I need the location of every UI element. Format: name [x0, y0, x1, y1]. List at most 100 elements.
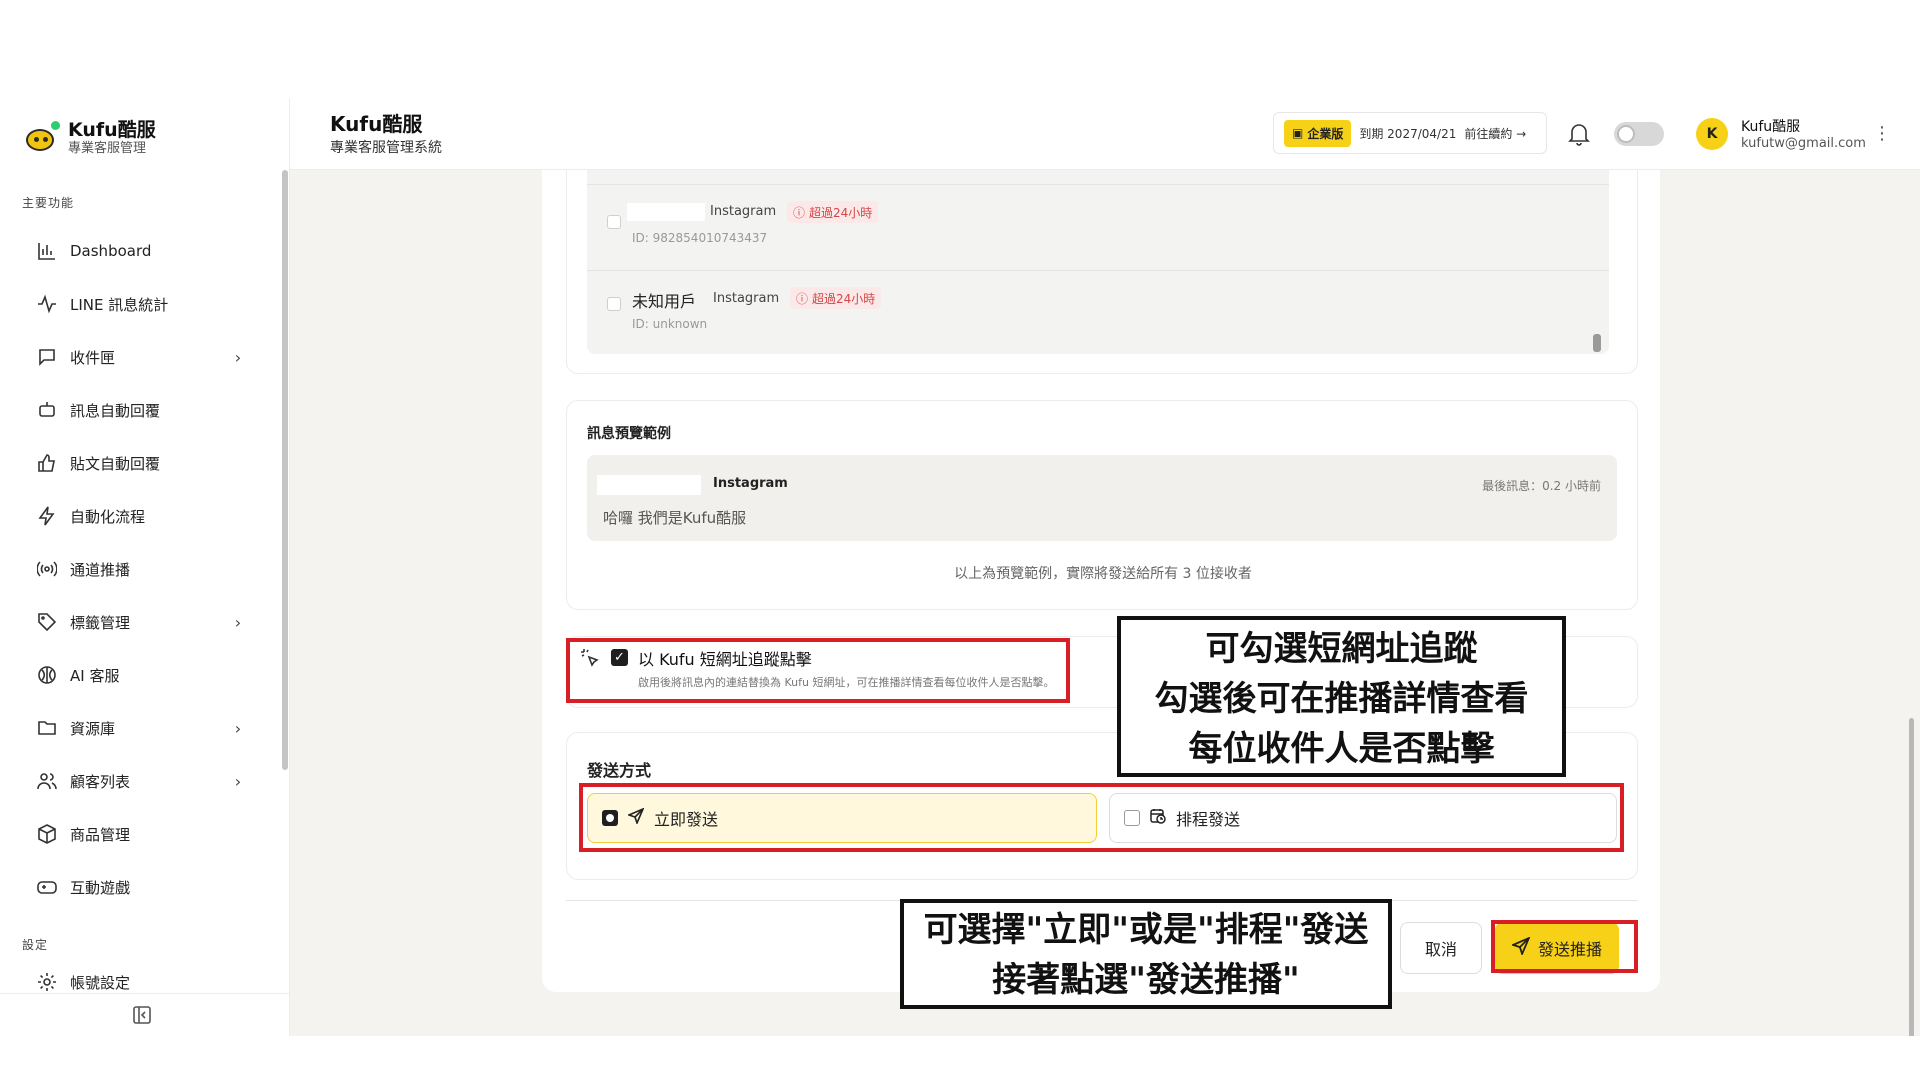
cancel-button[interactable]: 取消 — [1400, 922, 1482, 974]
redacted-name — [597, 475, 701, 495]
plan-expiry: 到期 2027/04/21 — [1359, 126, 1457, 141]
callout-line: 接著點選"發送推播" — [992, 960, 1300, 1000]
annotation-callout-tracking: 可勾選短網址追蹤 勾選後可在推播詳情查看 每位收件人是否點擊 — [1117, 616, 1566, 777]
user-name: Kufu酷服 — [1741, 119, 1801, 135]
theme-toggle[interactable] — [1614, 122, 1664, 146]
list-item[interactable]: 未知用戶 Instagram ⓘ 超過24小時 ID: unknown — [587, 270, 1609, 354]
main-scrollbar[interactable] — [1909, 718, 1914, 1036]
recipient-id: ID: 982854010743437 — [632, 231, 768, 245]
list-scrollbar[interactable] — [1593, 334, 1601, 352]
sidebar-item-tags[interactable]: 標籤管理 › — [36, 602, 246, 642]
gamepad-icon — [36, 876, 58, 898]
nav-section-main: 主要功能 — [22, 196, 75, 210]
sidebar-item-games[interactable]: 互動遊戲 — [36, 867, 246, 907]
recipient-platform: Instagram — [710, 204, 777, 219]
sidebar-item-label: Dashboard — [70, 242, 152, 260]
recipient-checkbox[interactable] — [607, 215, 621, 229]
annotation-highlight-submit — [1491, 920, 1638, 973]
folder-icon — [36, 717, 58, 739]
sidebar-item-label: 帳號設定 — [70, 973, 131, 992]
callout-line: 可選擇"立即"或是"排程"發送 — [923, 910, 1369, 950]
preview-platform: Instagram — [713, 476, 788, 491]
preview-message: Instagram 最後訊息：0.2 小時前 哈囉 我們是Kufu酷服 — [587, 455, 1617, 541]
callout-line: 每位收件人是否點擊 — [1188, 729, 1495, 769]
message-square-icon — [36, 346, 58, 368]
brand-name: Kufu酷服 — [68, 119, 156, 141]
chevron-right-icon: › — [234, 347, 242, 367]
gear-icon — [36, 971, 58, 993]
sidebar-item-label: 通道推播 — [70, 560, 131, 579]
renew-link[interactable]: 前往續約 → — [1464, 125, 1526, 142]
sidebar-item-label: LINE 訊息統計 — [70, 295, 169, 314]
section-title: 發送方式 — [587, 761, 652, 780]
sidebar-item-label: AI 客服 — [70, 666, 120, 685]
status-badge: ⓘ 超過24小時 — [787, 201, 879, 223]
activity-icon — [36, 293, 58, 315]
sidebar-item-automation[interactable]: 自動化流程 — [36, 496, 246, 536]
annotation-highlight-send-method — [579, 783, 1624, 852]
alert-circle-icon: ⓘ — [796, 291, 809, 306]
bell-icon[interactable] — [1568, 122, 1590, 146]
sidebar-item-label: 貼文自動回覆 — [70, 454, 161, 473]
sidebar-item-dashboard[interactable]: Dashboard — [36, 231, 246, 271]
alert-circle-icon: ⓘ — [793, 205, 806, 220]
nav-section-settings: 設定 — [22, 938, 49, 952]
brand[interactable]: Kufu酷服 專業客服管理 — [24, 116, 156, 160]
section-title: 訊息預覽範例 — [587, 426, 671, 442]
recipient-checkbox[interactable] — [607, 297, 621, 311]
status-badge: ⓘ 超過24小時 — [790, 287, 882, 309]
sidebar-item-post-reply[interactable]: 貼文自動回覆 — [36, 443, 246, 483]
sidebar-item-label: 資源庫 — [70, 719, 116, 738]
more-menu-icon[interactable]: ⋮ — [1873, 124, 1891, 144]
sidebar-item-broadcast[interactable]: 通道推播 — [36, 549, 246, 589]
message-preview: 訊息預覽範例 Instagram 最後訊息：0.2 小時前 哈囉 我們是Kufu… — [566, 400, 1638, 610]
annotation-highlight-tracking — [566, 638, 1070, 703]
sidebar-item-label: 訊息自動回覆 — [70, 401, 161, 420]
bot-icon — [36, 399, 58, 421]
sidebar-item-ai[interactable]: AI 客服 — [36, 655, 246, 695]
sidebar: Kufu酷服 專業客服管理 主要功能 Dashboard LINE 訊息統計 收… — [0, 98, 290, 1036]
recipient-list: Instagram ⓘ 超過24小時 ID: 982854010743437 未知… — [566, 170, 1638, 374]
list-item[interactable]: Instagram ⓘ 超過24小時 ID: 982854010743437 — [587, 184, 1609, 270]
bar-chart-icon — [36, 240, 58, 262]
package-icon — [36, 823, 58, 845]
thumbs-up-icon — [36, 452, 58, 474]
callout-line: 勾選後可在推播詳情查看 — [1154, 679, 1529, 719]
sidebar-item-account-settings[interactable]: 帳號設定 — [36, 970, 246, 994]
avatar[interactable]: K — [1696, 118, 1728, 150]
preview-note: 以上為預覽範例，實際將發送給所有 3 位接收者 — [954, 566, 1252, 582]
sidebar-item-customers[interactable]: 顧客列表 › — [36, 761, 246, 801]
brand-logo — [24, 121, 60, 155]
sidebar-item-line-stats[interactable]: LINE 訊息統計 — [36, 284, 246, 324]
plan-info: ▣ 企業版 到期 2027/04/21 前往續約 → — [1273, 112, 1547, 154]
plan-badge: ▣ 企業版 — [1284, 119, 1352, 147]
page-subtitle: 專業客服管理系統 — [330, 140, 442, 156]
collapse-sidebar-icon[interactable] — [133, 1006, 151, 1024]
sidebar-item-auto-reply[interactable]: 訊息自動回覆 — [36, 390, 246, 430]
preview-text: 哈囉 我們是Kufu酷服 — [603, 509, 747, 527]
recipient-platform: Instagram — [713, 291, 780, 306]
sidebar-item-label: 商品管理 — [70, 825, 131, 844]
broadcast-form: Instagram ⓘ 超過24小時 ID: 982854010743437 未知… — [542, 170, 1660, 992]
callout-line: 可勾選短網址追蹤 — [1205, 629, 1478, 669]
chevron-right-icon: › — [234, 612, 242, 632]
sidebar-scrollbar[interactable] — [282, 170, 288, 770]
broadcast-icon — [36, 558, 58, 580]
sidebar-item-label: 收件匣 — [70, 348, 116, 367]
top-header: Kufu酷服 專業客服管理系統 ▣ 企業版 到期 2027/04/21 前往續約… — [290, 98, 1920, 170]
tag-icon — [36, 611, 58, 633]
user-info[interactable]: Kufu酷服 kufutw@gmail.com — [1741, 118, 1866, 152]
users-icon — [36, 770, 58, 792]
recipient-list-scroll[interactable]: Instagram ⓘ 超過24小時 ID: 982854010743437 未知… — [587, 170, 1609, 354]
building-icon: ▣ — [1292, 126, 1304, 140]
sidebar-footer — [0, 993, 290, 1036]
ai-icon — [36, 664, 58, 686]
sidebar-item-products[interactable]: 商品管理 — [36, 814, 246, 854]
sidebar-item-inbox[interactable]: 收件匣 › — [36, 337, 246, 377]
user-email: kufutw@gmail.com — [1741, 136, 1866, 151]
recipient-id: ID: unknown — [632, 317, 708, 331]
sidebar-item-label: 互動遊戲 — [70, 878, 131, 897]
sidebar-item-library[interactable]: 資源庫 › — [36, 708, 246, 748]
chevron-right-icon: › — [234, 718, 242, 738]
app-window: Kufu酷服 專業客服管理 主要功能 Dashboard LINE 訊息統計 收… — [0, 98, 1920, 1036]
